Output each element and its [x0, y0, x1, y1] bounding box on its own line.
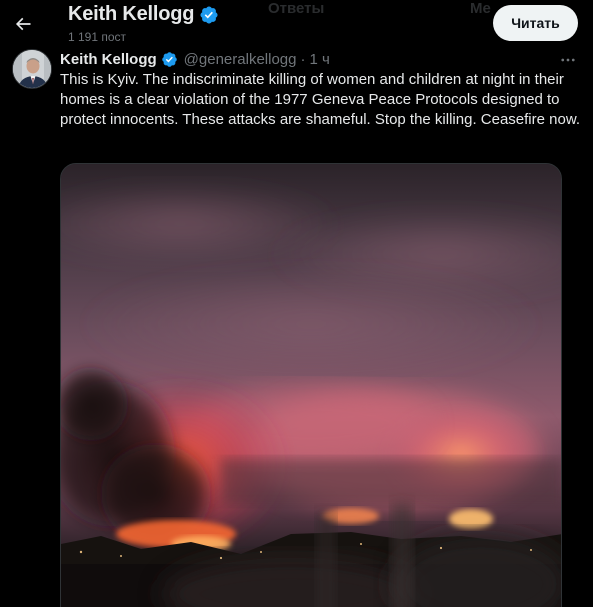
night-city-fires-photo	[61, 164, 561, 607]
profile-page: Ответы Ме Keith Kellogg 1 191 пост Читат…	[0, 0, 593, 607]
header-profile-name: Keith Kellogg	[68, 3, 195, 25]
post-count: 1 191 пост	[68, 30, 127, 44]
verified-badge-icon	[200, 5, 218, 24]
profile-header: Ответы Ме Keith Kellogg 1 191 пост Читат…	[0, 0, 593, 47]
more-options-icon	[561, 58, 575, 62]
author-handle[interactable]: @generalkellogg	[184, 51, 297, 68]
author-avatar[interactable]	[12, 49, 52, 89]
more-options-button[interactable]	[556, 49, 580, 71]
tweet-photo[interactable]	[60, 163, 562, 607]
verified-badge-icon	[161, 51, 177, 67]
author-name[interactable]: Keith Kellogg	[60, 51, 157, 68]
header-title: Keith Kellogg	[68, 3, 219, 26]
arrow-left-icon	[15, 17, 31, 31]
profile-photo	[13, 50, 51, 88]
tweet[interactable]: Keith Kellogg @generalkellogg · 1 ч This…	[0, 47, 593, 607]
tab-media-partial[interactable]: Ме	[470, 0, 491, 17]
follow-button[interactable]: Читать	[493, 5, 578, 41]
tweet-text: This is Kyiv. The indiscriminate killing…	[60, 71, 581, 128]
back-button[interactable]	[6, 7, 40, 41]
separator-dot: ·	[300, 50, 306, 68]
tweet-header: Keith Kellogg @generalkellogg · 1 ч	[60, 49, 330, 69]
tab-replies-partial[interactable]: Ответы	[268, 0, 324, 17]
tweet-timestamp[interactable]: 1 ч	[309, 51, 329, 68]
